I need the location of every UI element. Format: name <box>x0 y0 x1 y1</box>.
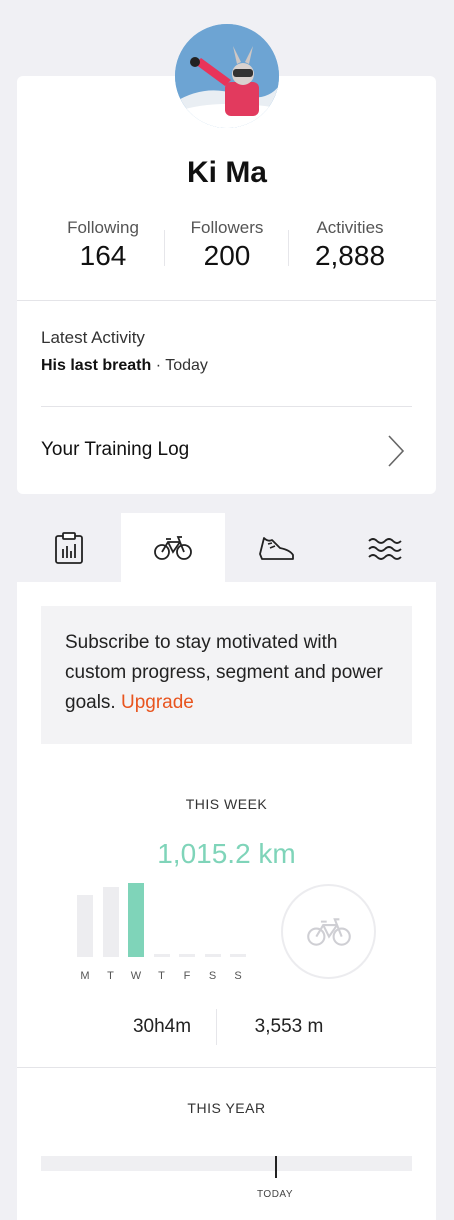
week-day-bar <box>102 887 119 957</box>
week-day-label: T <box>158 970 165 982</box>
this-week-elevation: 3,553 m <box>254 1016 324 1037</box>
stat-label: Followers <box>190 218 264 237</box>
card-divider <box>41 406 412 407</box>
week-bar-chart <box>77 880 257 957</box>
latest-activity[interactable]: His last breath · Today <box>41 357 208 375</box>
tab-progress[interactable] <box>17 513 121 582</box>
week-day-label: S <box>208 970 217 982</box>
latest-activity-separator: · <box>151 357 166 374</box>
week-day-bar <box>230 954 246 957</box>
this-year-title: THIS YEAR <box>187 1100 266 1116</box>
latest-activity-name[interactable]: His last breath <box>41 357 151 374</box>
week-day-bar <box>128 883 144 957</box>
tab-ride[interactable] <box>121 513 225 582</box>
latest-activity-time: Today <box>165 357 208 374</box>
upgrade-link[interactable]: Upgrade <box>121 692 194 713</box>
stat-value: 200 <box>203 240 251 271</box>
stat-activities[interactable]: Activities 2,888 <box>290 218 410 272</box>
stat-followers[interactable]: Followers 200 <box>167 218 287 272</box>
training-log-row[interactable]: Your Training Log <box>17 408 436 492</box>
waves-icon <box>368 537 402 560</box>
today-label: TODAY <box>256 1189 294 1200</box>
week-day-bar <box>204 954 221 957</box>
sport-tabs <box>0 513 454 582</box>
avatar-photo <box>175 24 279 128</box>
shoe-icon <box>259 536 294 560</box>
profile-name: Ki Ma <box>186 156 267 189</box>
training-log-label: Your Training Log <box>41 439 190 460</box>
stat-label: Following <box>67 218 139 237</box>
upgrade-promo: Subscribe to stay motivated with custom … <box>41 606 412 744</box>
tab-run[interactable] <box>225 513 329 582</box>
stat-value: 164 <box>79 240 127 271</box>
this-week-distance: 1,015.2 km <box>157 838 296 869</box>
this-week-time: 30h4m <box>132 1016 192 1037</box>
week-day-bar <box>179 954 195 957</box>
avatar[interactable] <box>175 24 279 128</box>
week-day-bar <box>153 954 170 957</box>
week-day-label: F <box>183 970 191 982</box>
stat-following[interactable]: Following 164 <box>43 218 163 272</box>
promo-text: Subscribe to stay motivated with custom … <box>65 632 383 713</box>
week-day-label: T <box>107 970 114 982</box>
week-day-label: M <box>80 970 90 982</box>
bike-icon <box>154 535 192 560</box>
stat-divider <box>216 1009 217 1045</box>
clipboard-chart-icon <box>55 531 83 564</box>
ride-progress-ring <box>281 884 376 979</box>
stat-divider <box>164 230 165 266</box>
this-week-title: THIS WEEK <box>185 796 268 812</box>
tab-swim[interactable] <box>333 513 437 582</box>
card-divider <box>17 300 436 301</box>
ride-panel: Subscribe to stay motivated with custom … <box>17 582 436 1220</box>
week-day-label: S <box>234 970 242 982</box>
week-day-bar <box>77 895 93 957</box>
today-marker <box>275 1156 277 1178</box>
section-divider <box>17 1067 436 1068</box>
chevron-right-icon <box>388 435 405 467</box>
stat-divider <box>288 230 289 266</box>
bike-icon <box>306 917 351 946</box>
stat-label: Activities <box>316 218 384 237</box>
stat-value: 2,888 <box>314 240 386 271</box>
latest-activity-label: Latest Activity <box>41 328 145 347</box>
week-day-label: W <box>130 970 142 982</box>
year-progress-track <box>41 1156 412 1171</box>
